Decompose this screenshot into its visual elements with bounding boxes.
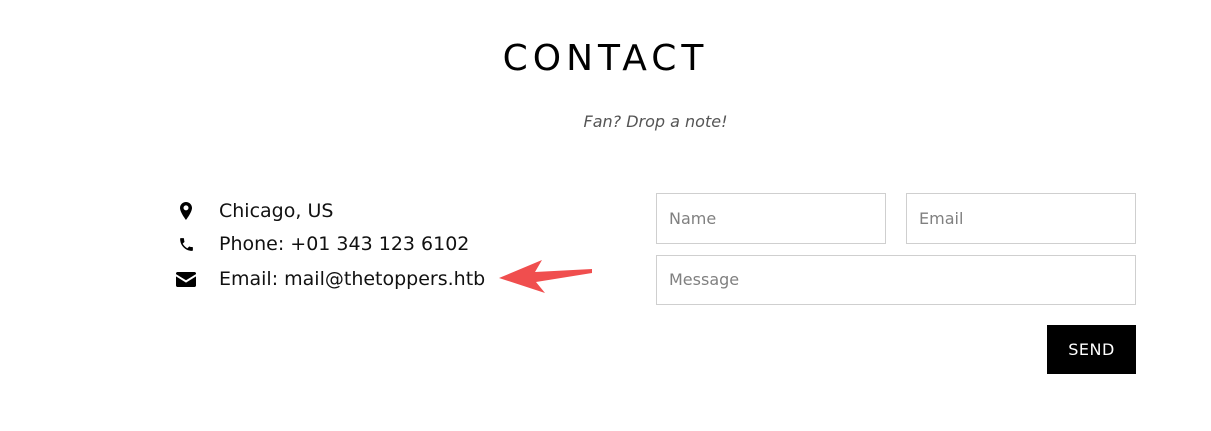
section-title: CONTACT	[502, 38, 709, 79]
email-input[interactable]	[906, 193, 1136, 244]
phone-text: Phone: +01 343 123 6102	[219, 233, 470, 255]
envelope-icon	[175, 269, 197, 289]
location-text: Chicago, US	[219, 200, 334, 222]
annotation-arrow-icon	[499, 260, 592, 293]
email-text: Email: mail@thetoppers.htb	[219, 268, 486, 290]
location-line: Chicago, US	[175, 198, 333, 224]
phone-icon	[175, 234, 197, 254]
phone-line: Phone: +01 343 123 6102	[175, 231, 469, 257]
email-line: Email: mail@thetoppers.htb	[175, 266, 485, 292]
send-button[interactable]: SEND	[1047, 325, 1136, 374]
name-input[interactable]	[656, 193, 886, 244]
section-subtitle: Fan? Drop a note!	[583, 112, 728, 131]
map-marker-icon	[175, 201, 197, 221]
message-input[interactable]	[656, 255, 1136, 305]
